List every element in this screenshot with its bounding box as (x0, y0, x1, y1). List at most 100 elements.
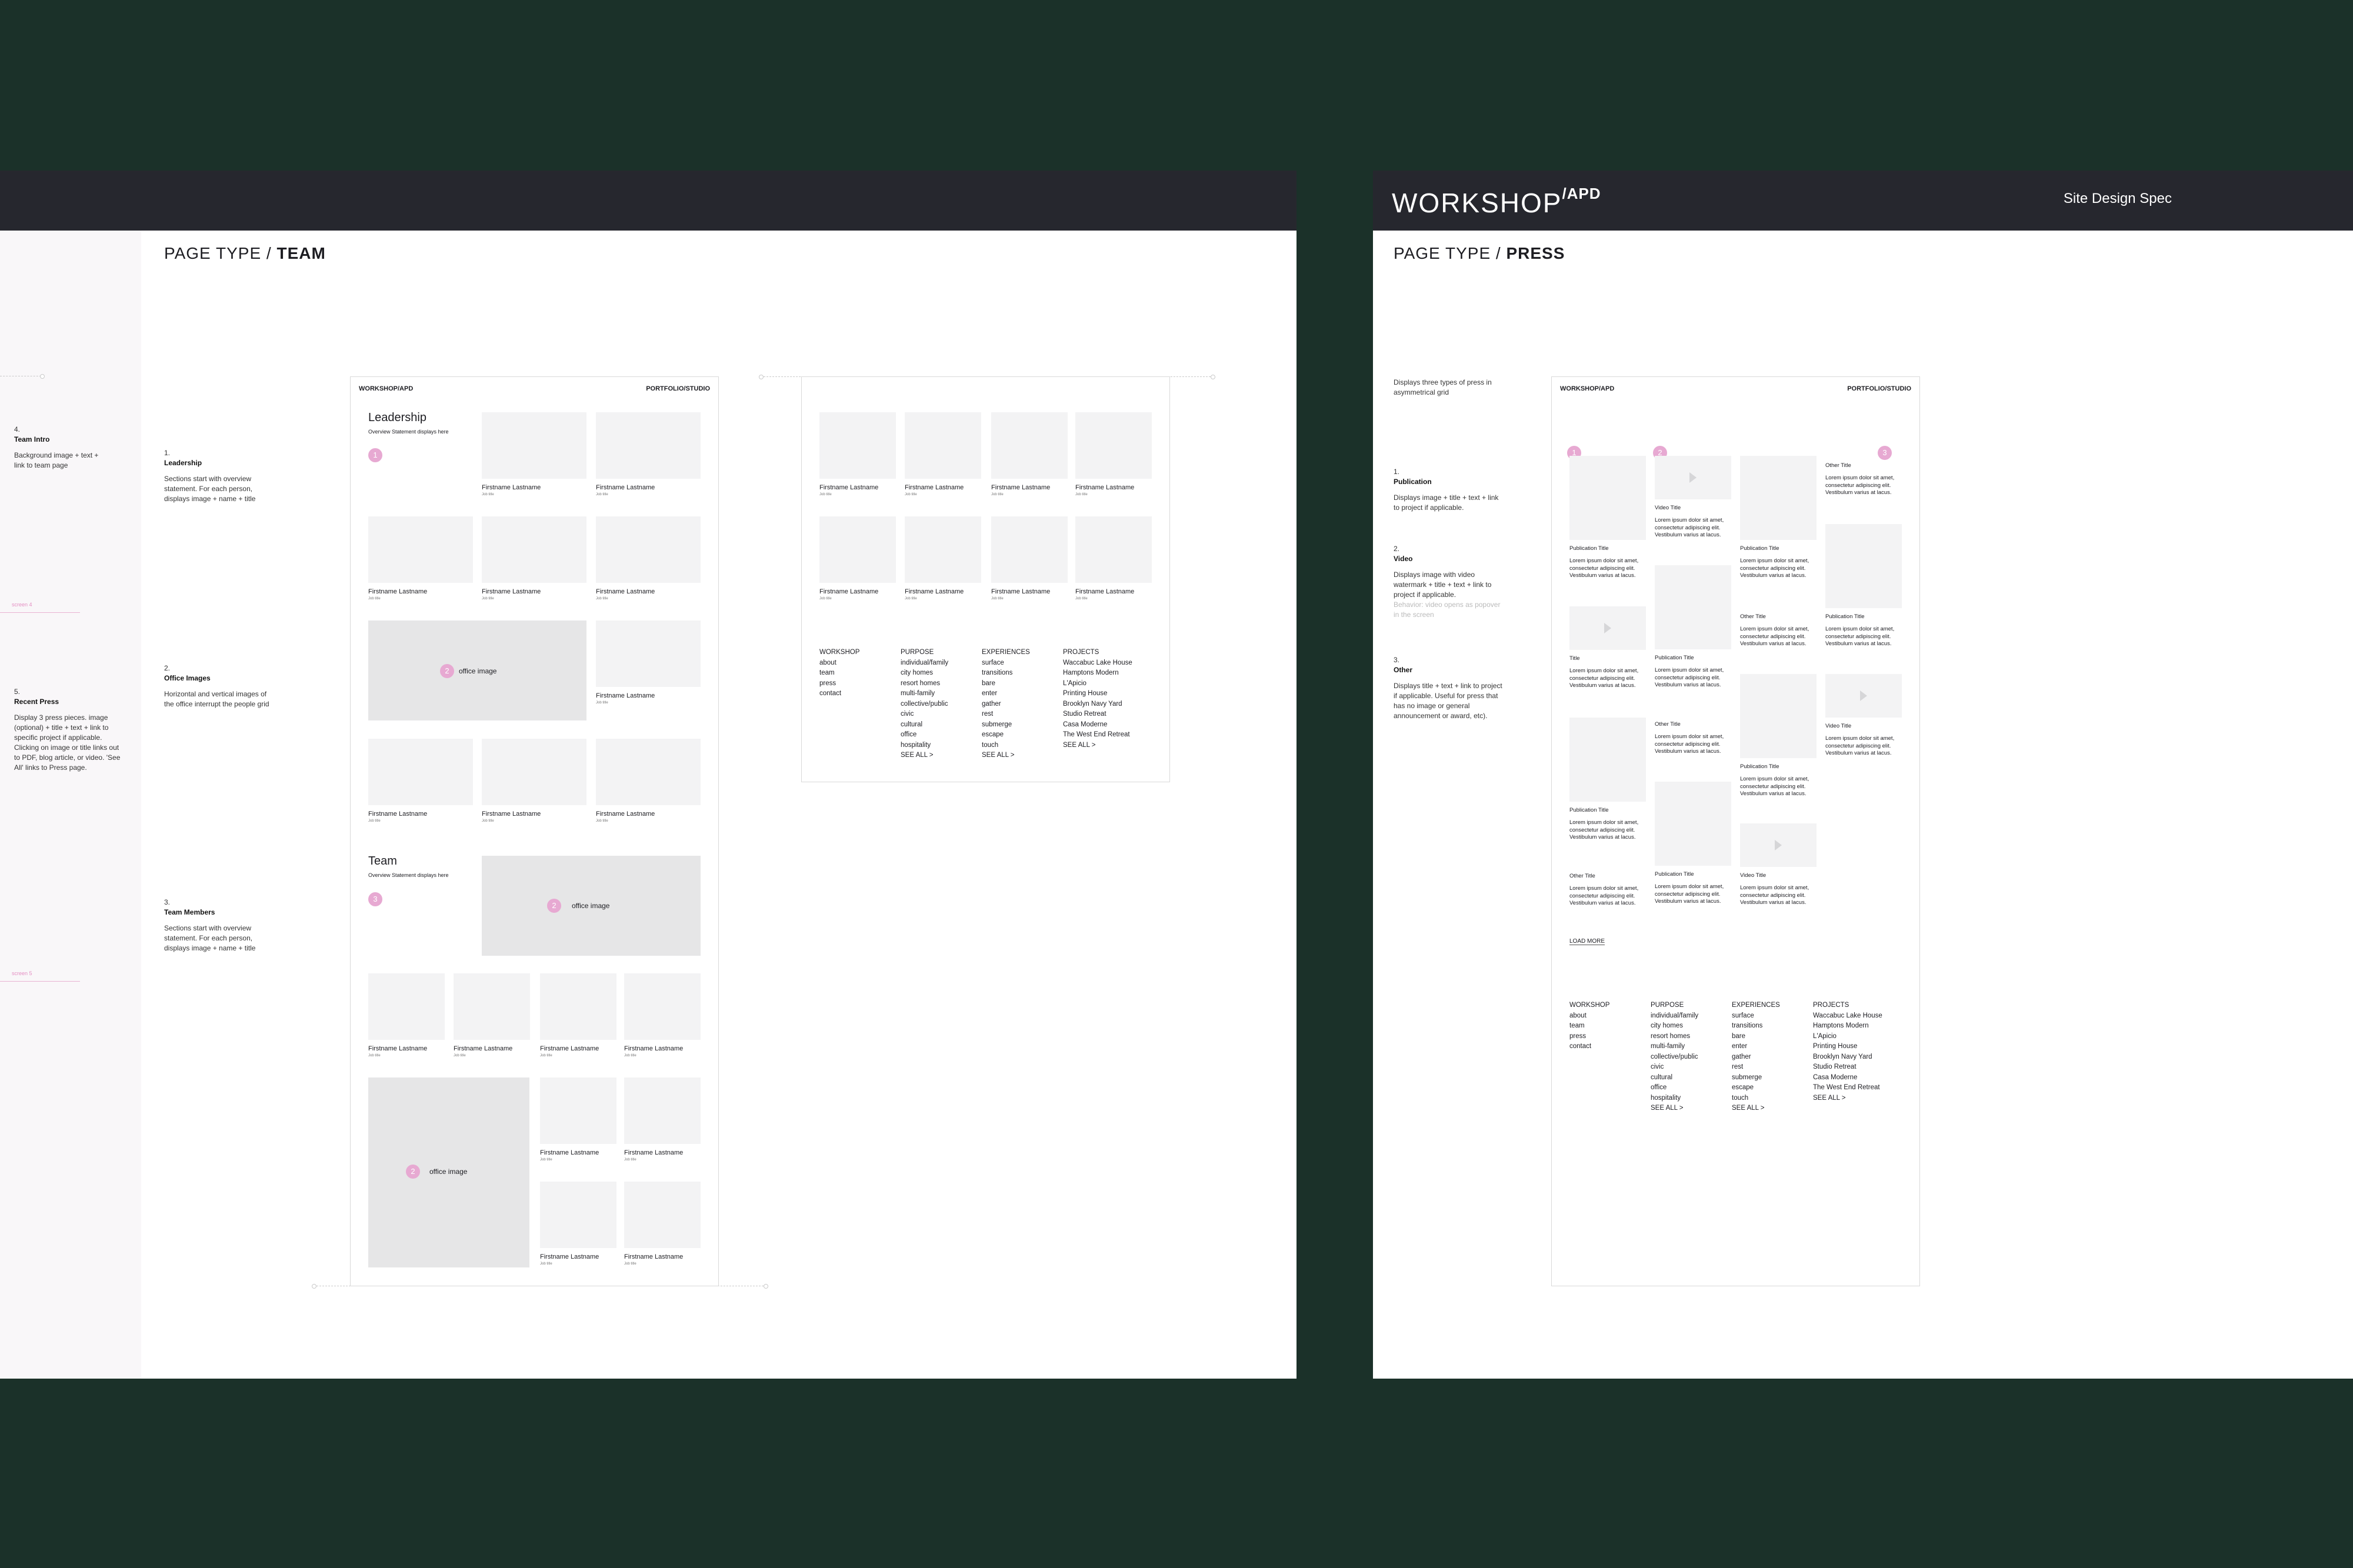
person-name[interactable]: Firstname Lastname (596, 810, 655, 818)
footer-link[interactable]: cultural (901, 720, 948, 730)
person-image[interactable] (819, 412, 896, 479)
person-image[interactable] (368, 516, 473, 583)
footer-link[interactable]: about (1569, 1011, 1609, 1022)
footer-link[interactable]: submerge (982, 720, 1030, 730)
person-image[interactable] (368, 973, 445, 1040)
footer-link[interactable]: team (819, 668, 859, 679)
footer-link[interactable]: transitions (1732, 1021, 1780, 1032)
footer-link[interactable]: touch (1732, 1093, 1780, 1104)
footer-link[interactable]: rest (1732, 1062, 1780, 1073)
footer-link[interactable]: Casa Moderne (1813, 1073, 1882, 1083)
person-name[interactable]: Firstname Lastname (368, 588, 427, 595)
footer-link[interactable]: individual/family (1651, 1011, 1698, 1022)
publication-title[interactable]: Publication Title (1655, 871, 1694, 878)
publication-image[interactable] (1655, 782, 1731, 866)
publication-title[interactable]: Publication Title (1825, 613, 1865, 620)
footer-link[interactable]: office (901, 730, 948, 740)
footer-link[interactable]: hospitality (1651, 1093, 1698, 1104)
footer-link[interactable]: Casa Moderne (1063, 720, 1132, 730)
footer-link[interactable]: Printing House (1063, 689, 1132, 699)
footer-link[interactable]: bare (982, 679, 1030, 689)
footer-link[interactable]: Brooklyn Navy Yard (1813, 1052, 1882, 1063)
load-more-button[interactable]: LOAD MORE (1569, 938, 1605, 945)
person-image[interactable] (624, 973, 701, 1040)
footer-link[interactable]: escape (1732, 1083, 1780, 1093)
footer-link[interactable]: individual/family (901, 658, 948, 669)
footer-link[interactable]: Brooklyn Navy Yard (1063, 699, 1132, 710)
footer-link[interactable]: bare (1732, 1032, 1780, 1042)
other-title[interactable]: Other Title (1825, 462, 1851, 469)
person-image[interactable] (819, 516, 896, 583)
other-title[interactable]: Other Title (1569, 873, 1595, 879)
publication-title[interactable]: Publication Title (1655, 655, 1694, 661)
publication-image[interactable] (1740, 674, 1817, 758)
person-image[interactable] (454, 973, 530, 1040)
person-image[interactable] (1075, 412, 1152, 479)
video-title[interactable]: Video Title (1740, 872, 1766, 879)
person-name[interactable]: Firstname Lastname (540, 1149, 599, 1156)
person-image[interactable] (540, 1077, 616, 1144)
footer-link[interactable]: resort homes (1651, 1032, 1698, 1042)
person-name[interactable]: Firstname Lastname (819, 484, 878, 491)
footer-link[interactable]: surface (1732, 1011, 1780, 1022)
footer-link[interactable]: L'Apicio (1813, 1032, 1882, 1042)
footer-link[interactable]: contact (819, 689, 859, 699)
footer-see-all[interactable]: SEE ALL > (1732, 1103, 1780, 1114)
footer-link[interactable]: city homes (1651, 1021, 1698, 1032)
footer-see-all[interactable]: SEE ALL > (1651, 1103, 1698, 1114)
wireframe-brand[interactable]: WORKSHOP/APD (1560, 385, 1614, 392)
footer-link[interactable]: transitions (982, 668, 1030, 679)
publication-image[interactable] (1740, 456, 1817, 540)
person-name[interactable]: Firstname Lastname (1075, 588, 1134, 595)
footer-link[interactable]: The West End Retreat (1813, 1083, 1882, 1093)
footer-link[interactable]: city homes (901, 668, 948, 679)
person-name[interactable]: Firstname Lastname (482, 484, 541, 491)
footer-link[interactable]: Studio Retreat (1813, 1062, 1882, 1073)
person-name[interactable]: Firstname Lastname (454, 1045, 512, 1052)
person-name[interactable]: Firstname Lastname (540, 1253, 599, 1260)
footer-link[interactable]: Hamptons Modern (1813, 1021, 1882, 1032)
person-name[interactable]: Firstname Lastname (482, 588, 541, 595)
footer-link[interactable]: civic (1651, 1062, 1698, 1073)
person-name[interactable]: Firstname Lastname (482, 810, 541, 818)
person-name[interactable]: Firstname Lastname (368, 810, 427, 818)
person-name[interactable]: Firstname Lastname (905, 588, 964, 595)
footer-link[interactable]: gather (1732, 1052, 1780, 1063)
publication-image[interactable] (1569, 718, 1646, 802)
person-image[interactable] (596, 412, 701, 479)
person-name[interactable]: Firstname Lastname (991, 484, 1050, 491)
person-image[interactable] (905, 412, 981, 479)
footer-link[interactable]: office (1651, 1083, 1698, 1093)
wireframe-nav[interactable]: PORTFOLIO/STUDIO (1847, 385, 1911, 392)
person-image[interactable] (482, 516, 586, 583)
wireframe-brand[interactable]: WORKSHOP/APD (359, 385, 413, 392)
footer-link[interactable]: cultural (1651, 1073, 1698, 1083)
person-image[interactable] (596, 739, 701, 805)
footer-see-all[interactable]: SEE ALL > (1813, 1093, 1882, 1104)
video-title[interactable]: Video Title (1825, 723, 1851, 729)
footer-link[interactable]: Printing House (1813, 1042, 1882, 1052)
footer-link[interactable]: Waccabuc Lake House (1813, 1011, 1882, 1022)
publication-title[interactable]: Publication Title (1569, 807, 1609, 813)
person-image[interactable] (905, 516, 981, 583)
footer-link[interactable]: resort homes (901, 679, 948, 689)
other-title[interactable]: Other Title (1655, 721, 1681, 728)
footer-link[interactable]: collective/public (1651, 1052, 1698, 1063)
footer-link[interactable]: Hamptons Modern (1063, 668, 1132, 679)
publication-title[interactable]: Publication Title (1569, 545, 1609, 552)
person-name[interactable]: Firstname Lastname (624, 1149, 683, 1156)
other-title[interactable]: Other Title (1740, 613, 1766, 620)
person-name[interactable]: Firstname Lastname (819, 588, 878, 595)
person-name[interactable]: Firstname Lastname (991, 588, 1050, 595)
footer-link[interactable]: enter (1732, 1042, 1780, 1052)
person-image[interactable] (596, 516, 701, 583)
publication-title[interactable]: Publication Title (1740, 545, 1779, 552)
person-image[interactable] (624, 1182, 701, 1248)
footer-see-all[interactable]: SEE ALL > (1063, 740, 1132, 751)
footer-link[interactable]: Waccabuc Lake House (1063, 658, 1132, 669)
footer-link[interactable]: surface (982, 658, 1030, 669)
footer-link[interactable]: about (819, 658, 859, 669)
person-image[interactable] (540, 1182, 616, 1248)
footer-link[interactable]: civic (901, 709, 948, 720)
person-name[interactable]: Firstname Lastname (596, 588, 655, 595)
